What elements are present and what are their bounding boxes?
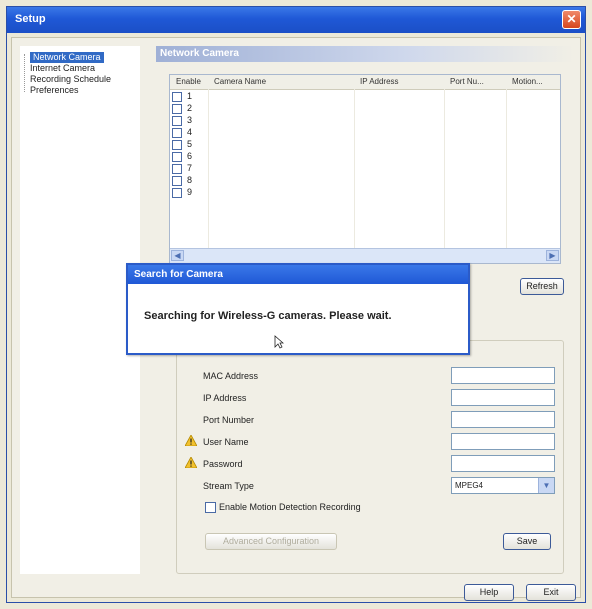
dialog-message: Searching for Wireless-G cameras. Please… bbox=[144, 310, 392, 322]
column-header-enable[interactable]: Enable bbox=[176, 77, 201, 86]
warning-icon bbox=[185, 435, 197, 446]
enable-checkbox[interactable] bbox=[172, 116, 182, 126]
camera-settings-group: MAC Address IP Address Port Number User … bbox=[176, 340, 564, 574]
column-header-port-number[interactable]: Port Nu... bbox=[450, 77, 484, 86]
panel-header: Network Camera bbox=[156, 46, 574, 62]
enable-checkbox[interactable] bbox=[172, 164, 182, 174]
advanced-configuration-button[interactable]: Advanced Configuration bbox=[205, 533, 337, 550]
column-header-ip-address[interactable]: IP Address bbox=[360, 77, 399, 86]
save-button[interactable]: Save bbox=[503, 533, 551, 550]
column-header-camera-name[interactable]: Camera Name bbox=[214, 77, 266, 86]
help-button[interactable]: Help bbox=[464, 584, 514, 601]
column-separator bbox=[208, 89, 209, 249]
row-number: 9 bbox=[187, 187, 193, 197]
column-separator bbox=[506, 89, 507, 249]
enable-checkbox[interactable] bbox=[172, 140, 182, 150]
nav-item-network-camera[interactable]: Network Camera bbox=[30, 52, 104, 63]
close-icon[interactable]: ✕ bbox=[562, 10, 581, 29]
port-number-label: Port Number bbox=[203, 415, 255, 425]
mouse-cursor-icon bbox=[274, 335, 284, 349]
mac-address-field[interactable] bbox=[451, 367, 555, 384]
ip-address-field[interactable] bbox=[451, 389, 555, 406]
search-dialog: Search for Camera Searching for Wireless… bbox=[126, 263, 470, 355]
scroll-right-icon[interactable]: ▶ bbox=[546, 250, 559, 261]
refresh-button[interactable]: Refresh bbox=[520, 278, 564, 295]
dialog-title[interactable]: Search for Camera bbox=[128, 265, 468, 284]
mac-address-label: MAC Address bbox=[203, 371, 259, 381]
password-field[interactable] bbox=[451, 455, 555, 472]
window-title: Setup bbox=[15, 13, 46, 25]
enable-checkbox[interactable] bbox=[172, 104, 182, 114]
stream-type-select[interactable]: MPEG4 ▼ bbox=[451, 477, 555, 494]
stream-type-value: MPEG4 bbox=[455, 481, 484, 490]
row-number: 1 bbox=[187, 91, 193, 101]
nav-item-preferences[interactable]: Preferences bbox=[30, 85, 79, 96]
enable-checkbox[interactable] bbox=[172, 176, 182, 186]
enable-checkbox[interactable] bbox=[172, 188, 182, 198]
user-name-field[interactable] bbox=[451, 433, 555, 450]
row-number: 3 bbox=[187, 115, 193, 125]
stream-type-label: Stream Type bbox=[203, 481, 254, 491]
exit-button[interactable]: Exit bbox=[526, 584, 576, 601]
warning-icon bbox=[185, 457, 197, 468]
enable-checkbox[interactable] bbox=[172, 92, 182, 102]
nav-item-internet-camera[interactable]: Internet Camera bbox=[30, 63, 95, 74]
port-number-field[interactable] bbox=[451, 411, 555, 428]
column-separator bbox=[354, 89, 355, 249]
row-number: 7 bbox=[187, 163, 193, 173]
ip-address-label: IP Address bbox=[203, 393, 247, 403]
row-number: 8 bbox=[187, 175, 193, 185]
camera-table: Enable Camera Name IP Address Port Nu...… bbox=[169, 74, 561, 264]
enable-checkbox[interactable] bbox=[172, 128, 182, 138]
nav-tree: Network Camera Internet Camera Recording… bbox=[20, 46, 140, 574]
motion-detection-checkbox[interactable] bbox=[205, 502, 216, 513]
user-name-label: User Name bbox=[203, 437, 249, 447]
nav-item-recording-schedule[interactable]: Recording Schedule bbox=[30, 74, 111, 85]
chevron-down-icon[interactable]: ▼ bbox=[538, 478, 554, 493]
title-bar[interactable]: Setup ✕ bbox=[7, 7, 585, 33]
enable-checkbox[interactable] bbox=[172, 152, 182, 162]
scroll-left-icon[interactable]: ◀ bbox=[171, 250, 184, 261]
tree-line bbox=[24, 54, 25, 92]
column-header-motion[interactable]: Motion... bbox=[512, 77, 543, 86]
horizontal-scrollbar[interactable]: ◀ ▶ bbox=[170, 248, 560, 263]
row-number: 2 bbox=[187, 103, 193, 113]
table-header: Enable Camera Name IP Address Port Nu...… bbox=[170, 75, 560, 90]
motion-detection-label: Enable Motion Detection Recording bbox=[219, 502, 361, 512]
row-number: 4 bbox=[187, 127, 193, 137]
row-number: 6 bbox=[187, 151, 193, 161]
row-number: 5 bbox=[187, 139, 193, 149]
column-separator bbox=[444, 89, 445, 249]
password-label: Password bbox=[203, 459, 243, 469]
